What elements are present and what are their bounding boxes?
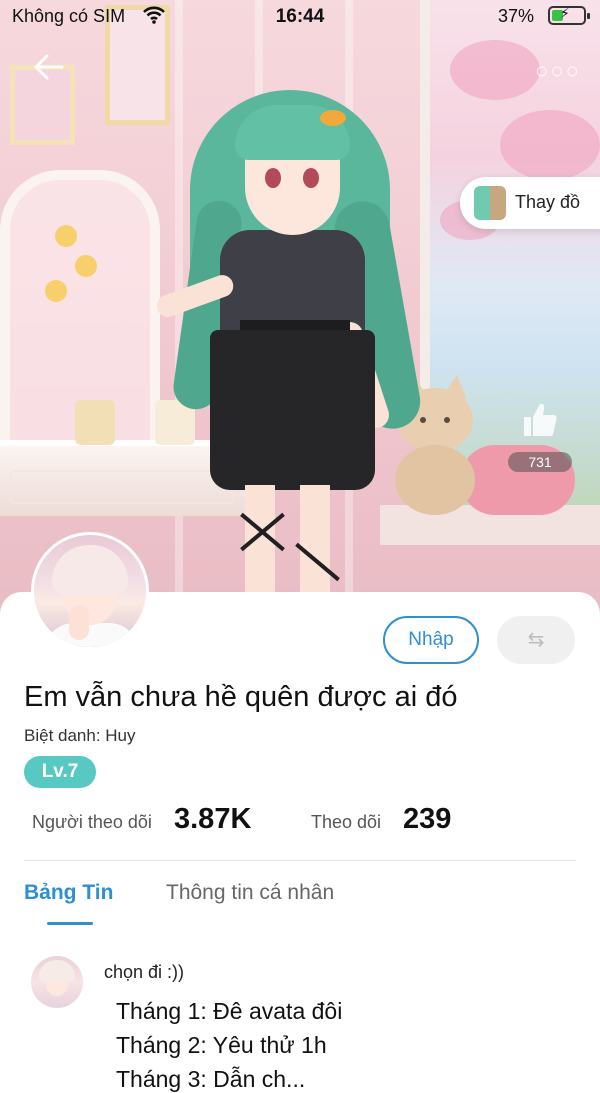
outfit-icon [474,186,506,220]
like-button[interactable]: 731 [508,400,574,472]
divider [24,860,576,861]
profile-avatar[interactable] [31,532,149,650]
flower-vase [45,225,105,365]
post-text: chọn đi :)) [104,962,185,982]
charging-icon: ⚡ [560,5,570,21]
post-line: Tháng 3: Dẫn ch... [116,1066,306,1092]
followers-label[interactable]: Người theo dõi [32,812,152,833]
post-author-avatar[interactable] [31,956,83,1008]
swap-arrows-icon[interactable]: ⇆ [497,616,575,664]
thumbs-up-icon [524,403,557,436]
level-badge: Lv.7 [24,756,96,788]
following-count[interactable]: 239 [403,803,451,836]
battery-icon: ⚡ [548,5,590,25]
post-line: Tháng 1: Đê avata đôi [116,998,343,1024]
change-outfit-label: Thay đồ [515,192,581,212]
battery-percent: 37% [497,6,534,26]
profile-nickname: Biệt danh: Huy [24,726,136,745]
followers-count[interactable]: 3.87K [174,803,251,836]
following-label[interactable]: Theo dõi [311,812,381,833]
change-outfit-button[interactable]: Thay đồ [460,177,600,229]
tab-personal-info[interactable]: Thông tin cá nhân [166,881,334,905]
more-dots-icon[interactable]: ○○○ [535,58,581,84]
character-scene [0,0,600,620]
status-bar: Không có SIM 16:44 37% ⚡ [0,0,600,34]
active-tab-indicator [47,922,93,925]
post-line: Tháng 2: Yêu thử 1h [116,1032,327,1058]
import-button[interactable]: Nhập [383,616,479,664]
back-arrow-icon[interactable] [32,52,66,82]
avatar-character [150,80,430,600]
profile-display-name: Em vẫn chưa hề quên được ai đó [24,681,458,713]
like-count: 731 [508,452,572,472]
tab-news-feed[interactable]: Bảng Tin [24,881,113,905]
